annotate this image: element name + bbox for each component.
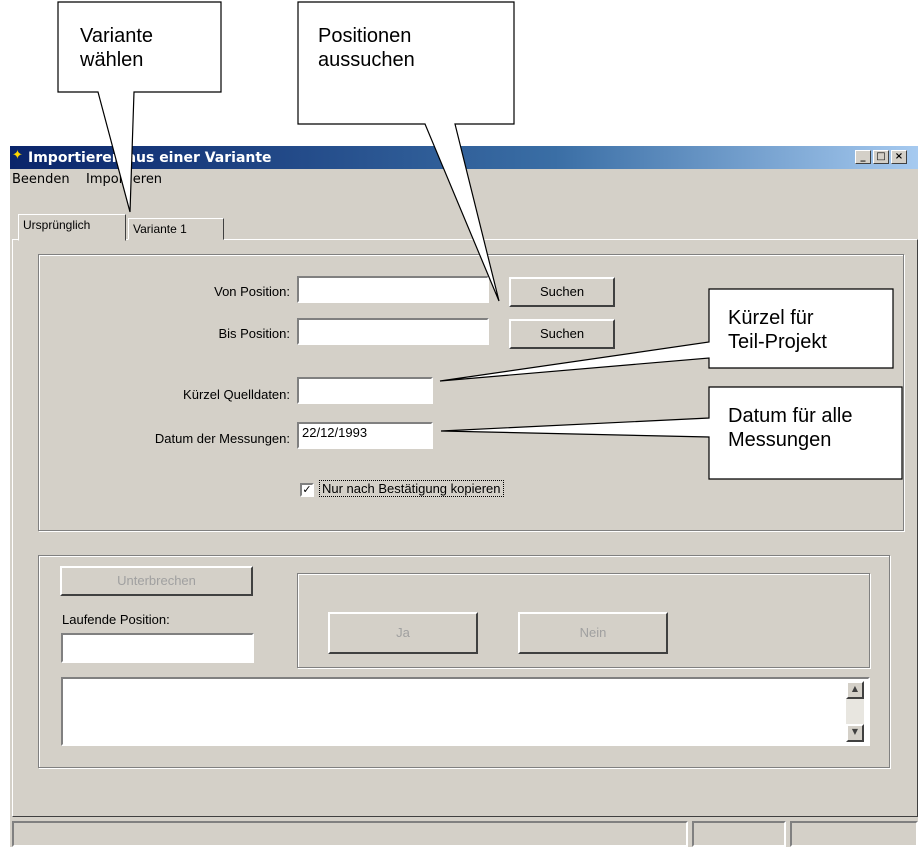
callout-datum-line1: Datum für alle	[728, 405, 853, 427]
callout-variante-line2: wählen	[80, 49, 144, 71]
callout-positionen-line1: Positionen	[318, 25, 412, 47]
callout-positionen-line2: aussuchen	[318, 49, 415, 71]
callout-kuerzel-line2: Teil-Projekt	[728, 331, 827, 353]
callout-kuerzel-line1: Kürzel für	[728, 307, 814, 329]
callout-datum	[440, 386, 903, 480]
callout-datum-line2: Messungen	[728, 429, 832, 451]
callout-variante-line1: Variante	[80, 25, 154, 47]
